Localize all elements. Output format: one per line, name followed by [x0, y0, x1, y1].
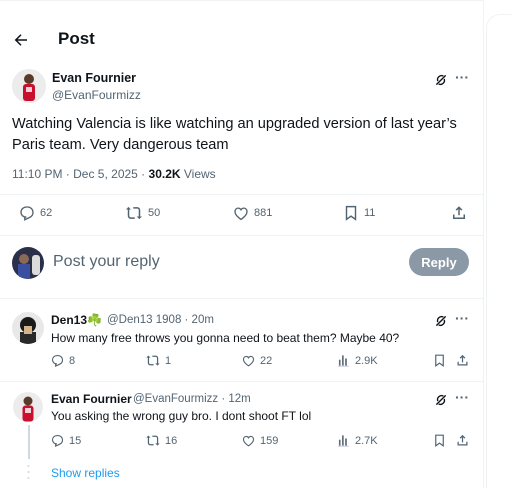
bookmark-button[interactable]	[432, 353, 447, 368]
views-button[interactable]: 2.7K	[336, 433, 378, 448]
share-icon	[453, 206, 465, 219]
views-count: 2.7K	[355, 434, 378, 447]
like-button[interactable]: 22	[241, 353, 272, 368]
right-sidebar-edge	[486, 14, 512, 488]
repost-icon	[126, 206, 142, 220]
like-count: 159	[260, 434, 279, 447]
share-button[interactable]	[455, 433, 470, 448]
bookmark-icon	[345, 205, 357, 221]
reply-submit-button[interactable]: Reply	[409, 248, 469, 276]
comment-author-name[interactable]: Evan Fournier	[51, 392, 132, 406]
reply-icon	[51, 354, 64, 368]
comment-text: How many free throws you gonna need to b…	[51, 331, 400, 345]
author-name[interactable]: Evan Fournier	[52, 71, 136, 85]
repost-button[interactable]: 50	[124, 204, 160, 222]
share-icon	[457, 434, 468, 446]
repost-button[interactable]: 1	[145, 353, 171, 368]
divider	[0, 381, 484, 382]
like-icon	[242, 355, 255, 367]
reply-icon	[51, 434, 64, 448]
avatar[interactable]	[12, 247, 44, 279]
avatar[interactable]	[12, 312, 44, 344]
views-icon	[337, 435, 350, 447]
more-icon[interactable]: ···	[455, 389, 469, 405]
thread-dots	[27, 465, 30, 479]
grok-icon[interactable]	[434, 393, 448, 407]
divider	[0, 194, 484, 195]
share-button[interactable]	[450, 204, 468, 222]
page-title: Post	[58, 29, 95, 48]
back-arrow-icon[interactable]	[10, 29, 32, 51]
author-handle[interactable]: @EvanFourmizz	[52, 88, 141, 102]
views-count: 30.2K	[148, 167, 181, 181]
post-meta: 11:10 PM · Dec 5, 2025 · 30.2K Views	[12, 167, 216, 181]
comment-author-handle[interactable]: @EvanFourmizz · 12m	[133, 393, 251, 405]
repost-icon	[146, 435, 160, 446]
reply-button[interactable]: 15	[50, 433, 81, 448]
views-label: Views	[180, 167, 216, 181]
like-button[interactable]: 159	[241, 433, 278, 448]
like-count: 22	[260, 354, 273, 367]
share-icon	[457, 354, 468, 366]
bookmark-button[interactable]: 11	[342, 204, 375, 222]
like-icon	[234, 207, 248, 221]
post-text: Watching Valencia is like watching an up…	[12, 116, 457, 153]
reply-button[interactable]: 8	[50, 353, 75, 368]
bookmark-count: 11	[364, 207, 376, 219]
repost-button[interactable]: 16	[145, 433, 177, 448]
views-icon	[337, 355, 350, 367]
bookmark-icon	[435, 354, 444, 367]
views-count: 2.9K	[355, 354, 378, 367]
like-icon	[242, 435, 255, 447]
comment-author-handle[interactable]: @Den13 1908 · 20m	[107, 314, 214, 326]
like-button[interactable]: 881	[232, 204, 272, 222]
grok-icon[interactable]	[434, 73, 448, 87]
reply-count: 8	[69, 354, 76, 367]
reply-button[interactable]: 62	[18, 204, 52, 222]
page-header: Post	[0, 19, 484, 59]
comment-action-bar: 8 1 22 2.9K	[0, 353, 484, 375]
bookmark-icon	[435, 434, 444, 447]
repost-icon	[146, 355, 160, 366]
post-time[interactable]: 11:10 PM · Dec 5, 2025 ·	[12, 167, 149, 181]
repost-count: 16	[165, 434, 178, 447]
reply-input[interactable]: Post your reply	[53, 253, 160, 271]
show-replies-link[interactable]: Show replies	[51, 466, 120, 480]
more-icon[interactable]: ···	[455, 310, 469, 326]
more-icon[interactable]: ···	[455, 69, 469, 85]
reply-icon	[20, 206, 34, 221]
comment-author-name[interactable]: Den13☘️	[51, 313, 102, 327]
views-button[interactable]: 2.9K	[336, 353, 378, 368]
share-button[interactable]	[455, 353, 470, 368]
repost-count: 50	[148, 207, 161, 219]
main-column: Post Evan Fournier @EvanFourmizz ··· Wat…	[0, 0, 484, 488]
avatar[interactable]	[12, 69, 46, 103]
divider	[0, 235, 484, 236]
avatar[interactable]	[13, 392, 43, 422]
repost-count: 1	[165, 354, 172, 367]
reply-count: 62	[40, 207, 53, 219]
post-action-bar: 62 50 881 11	[0, 204, 484, 226]
bookmark-button[interactable]	[432, 433, 447, 448]
reply-count: 15	[69, 434, 82, 447]
divider	[0, 298, 484, 299]
comment-text: You asking the wrong guy bro. I dont sho…	[51, 409, 312, 423]
like-count: 881	[254, 207, 273, 219]
comment-action-bar: 15 16 159 2.7K	[0, 433, 484, 455]
grok-icon[interactable]	[434, 314, 448, 328]
